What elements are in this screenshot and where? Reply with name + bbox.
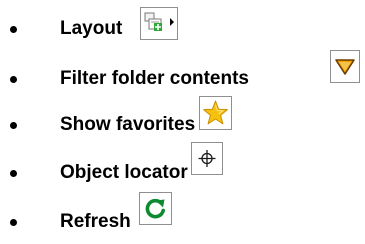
- list-item-layout: Layout: [0, 0, 365, 40]
- layout-icon: [140, 7, 178, 40]
- item-label-favorites: Show favorites: [60, 114, 196, 135]
- list-item-refresh: Refresh: [0, 190, 365, 232]
- bullet-icon: [10, 76, 17, 83]
- list-item-locator: Object locator: [0, 142, 365, 183]
- list-item-filter: Filter folder contents: [0, 48, 365, 89]
- item-label-refresh: Refresh: [60, 211, 131, 232]
- list-item-favorites: Show favorites: [0, 96, 365, 136]
- crosshair-icon: [191, 142, 223, 175]
- bullet-icon: [10, 170, 17, 177]
- item-label-filter: Filter folder contents: [60, 68, 249, 89]
- bullet-icon: [10, 122, 17, 129]
- refresh-icon: [139, 192, 172, 225]
- item-label-locator: Object locator: [60, 162, 188, 183]
- item-label-layout: Layout: [60, 18, 123, 39]
- filter-icon: [330, 50, 360, 83]
- bullet-icon: [10, 219, 17, 226]
- star-icon: [199, 96, 232, 130]
- bullet-icon: [10, 26, 17, 33]
